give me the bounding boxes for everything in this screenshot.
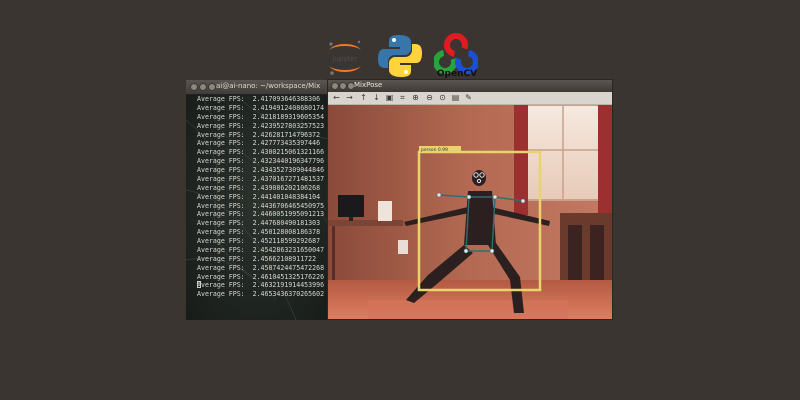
terminal-line: Average FPS: 2.450128008186378 bbox=[197, 228, 321, 237]
terminal-line: Average FPS: 2.4632191914453996 bbox=[197, 281, 325, 290]
terminal-cursor bbox=[197, 281, 201, 288]
terminal-line: Average FPS: 2.4300215061321166 bbox=[197, 148, 325, 157]
mixpose-titlebar[interactable]: MixPose bbox=[328, 80, 612, 92]
terminal-line: Average FPS: 2.452118599292687 bbox=[197, 237, 321, 245]
detection-label: person 0.99 bbox=[421, 147, 448, 153]
arrow-down-icon[interactable]: ↓ bbox=[372, 93, 381, 102]
terminal-line: Average FPS: 2.4323440196347796 bbox=[197, 157, 325, 166]
terminal-line: Average FPS: 2.4194912408680174 bbox=[197, 103, 325, 112]
terminal-line: Average FPS: 2.4460051995091213 bbox=[197, 210, 325, 219]
terminal-output: Average FPS: 2.417093646388306 Average F… bbox=[197, 95, 324, 299]
jupyter-logo-text: jupyter bbox=[332, 55, 358, 63]
terminal-line: Average FPS: 2.439086202106268 bbox=[197, 183, 321, 192]
terminal-line: Average FPS: 2.45662108911722 bbox=[197, 254, 317, 263]
save-icon[interactable]: ▤ bbox=[451, 93, 460, 102]
terminal-line: Average FPS: 2.4436706465450975 bbox=[197, 201, 325, 210]
terminal-line: Average FPS: 2.4653436370265602 bbox=[197, 290, 325, 299]
camera-frame: person 0.99 bbox=[328, 105, 612, 319]
terminal-line: Average FPS: 2.427773435397446 bbox=[197, 139, 321, 148]
terminal-line: Average FPS: 2.417093646388306 bbox=[197, 95, 321, 103]
arrow-right-icon[interactable]: → bbox=[345, 93, 354, 102]
terminal-title: ai@ai-nano: ~/workspace/Mix bbox=[216, 82, 321, 90]
jupyter-logo: jupyter bbox=[329, 40, 361, 75]
terminal-line: Average FPS: 2.4239527803257523 bbox=[197, 121, 325, 130]
mixpose-title: MixPose bbox=[354, 81, 383, 89]
fit-image-icon[interactable]: ▣ bbox=[385, 93, 394, 102]
terminal-line: Average FPS: 2.4610451325176226 bbox=[197, 272, 325, 281]
terminal-line: Average FPS: 2.4218189319605354 bbox=[197, 112, 325, 121]
close-button[interactable] bbox=[331, 82, 339, 90]
crop-icon[interactable]: ⌗ bbox=[398, 93, 407, 102]
mixpose-window[interactable]: MixPose ← → ↑ ↓ ▣ ⌗ ⊕ ⊖ ⊙ ▤ ✎ person 0.9… bbox=[327, 79, 613, 320]
terminal-line: Average FPS: 2.4587424475472268 bbox=[197, 263, 325, 272]
image-toolbar: ← → ↑ ↓ ▣ ⌗ ⊕ ⊖ ⊙ ▤ ✎ bbox=[328, 92, 612, 105]
maximize-button[interactable] bbox=[208, 83, 216, 91]
terminal-line: Average FPS: 2.4370167271481537 bbox=[197, 174, 325, 183]
terminal-line: Average FPS: 2.441401048384104 bbox=[197, 192, 321, 201]
terminal-line: Average FPS: 2.4542863231650047 bbox=[197, 245, 325, 254]
arrow-left-icon[interactable]: ← bbox=[332, 93, 341, 102]
opencv-logo-text: OpenCV bbox=[436, 69, 478, 79]
terminal-line: Average FPS: 2.4343527309044846 bbox=[197, 166, 325, 174]
arrow-up-icon[interactable]: ↑ bbox=[359, 93, 368, 102]
minimize-button[interactable] bbox=[199, 83, 207, 91]
python-logo bbox=[378, 35, 422, 77]
close-button[interactable] bbox=[190, 83, 198, 91]
zoom-in-icon[interactable]: ⊕ bbox=[411, 93, 420, 102]
terminal-titlebar[interactable]: ai@ai-nano: ~/workspace/Mix bbox=[186, 80, 332, 95]
minimize-button[interactable] bbox=[339, 82, 347, 90]
terminal-window[interactable]: ai@ai-nano: ~/workspace/Mix Average FPS:… bbox=[186, 80, 332, 320]
zoom-reset-icon[interactable]: ⊙ bbox=[438, 93, 447, 102]
terminal-line: Average FPS: 2.426281714796372 bbox=[197, 130, 321, 139]
terminal-line: Average FPS: 2.447680490181303 bbox=[197, 219, 321, 228]
zoom-out-icon[interactable]: ⊖ bbox=[425, 93, 434, 102]
properties-icon[interactable]: ✎ bbox=[464, 93, 473, 102]
